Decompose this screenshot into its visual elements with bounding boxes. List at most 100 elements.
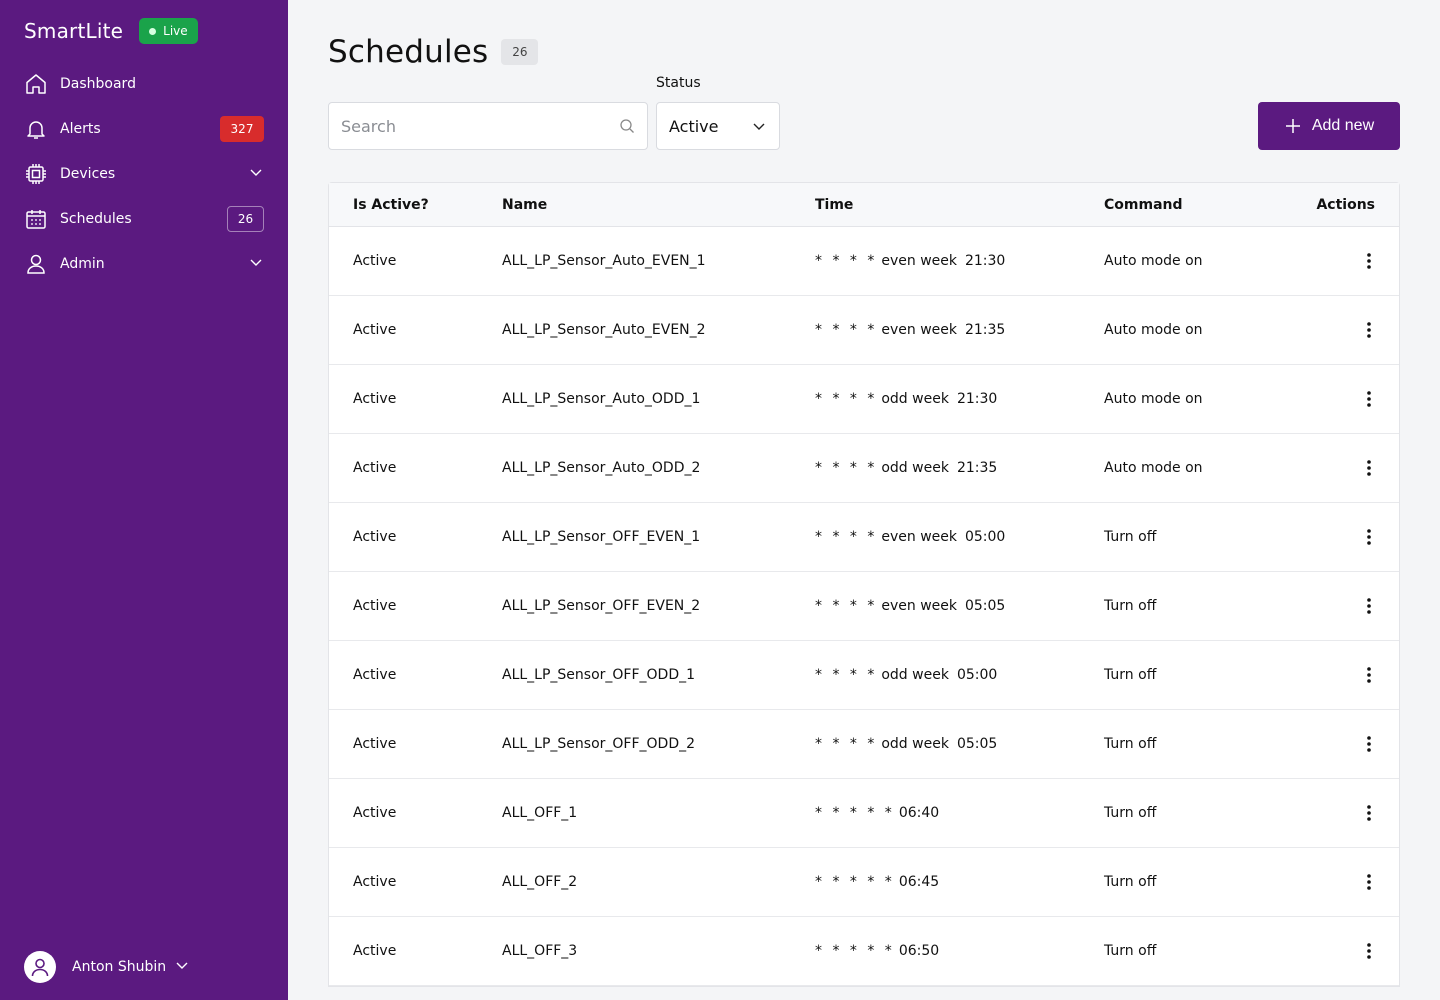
table-row[interactable]: Active ALL_OFF_1 * * * * * 06:40 Turn off	[329, 779, 1399, 848]
command-cell: Auto mode on	[1104, 460, 1203, 476]
user-icon	[24, 252, 48, 276]
more-vertical-icon[interactable]	[1357, 939, 1381, 963]
command-cell: Turn off	[1104, 529, 1157, 545]
status-filter-label: Status	[656, 75, 701, 91]
sidebar-item-schedules[interactable]: Schedules 26	[0, 196, 288, 241]
table-row[interactable]: Active ALL_LP_Sensor_OFF_EVEN_1 * * * * eve…	[329, 503, 1399, 572]
table-row[interactable]: Active ALL_LP_Sensor_Auto_ODD_2 * * * * odd…	[329, 434, 1399, 503]
table-row[interactable]: Active ALL_LP_Sensor_Auto_EVEN_1 * * * * ev…	[329, 227, 1399, 296]
page-header: Schedules 26	[328, 34, 539, 70]
name-cell: ALL_OFF_1	[502, 805, 578, 821]
brand-name: SmartLite	[24, 19, 124, 43]
table-row[interactable]: Active ALL_LP_Sensor_OFF_ODD_2 * * * * odd …	[329, 710, 1399, 779]
actions-cell	[1304, 732, 1399, 756]
time-cell: * * * * odd week 05:00	[815, 667, 1104, 683]
more-vertical-icon[interactable]	[1357, 801, 1381, 825]
command-cell: Auto mode on	[1104, 253, 1203, 269]
table-row[interactable]: Active ALL_LP_Sensor_OFF_EVEN_2 * * * * eve…	[329, 572, 1399, 641]
plus-icon	[1285, 119, 1300, 133]
command-cell: Turn off	[1104, 874, 1157, 890]
home-icon	[24, 72, 48, 96]
column-header-time[interactable]: Time	[815, 197, 1104, 213]
more-vertical-icon[interactable]	[1357, 663, 1381, 687]
live-badge: Live	[139, 18, 198, 44]
sidebar-item-admin[interactable]: Admin	[0, 241, 288, 286]
more-vertical-icon[interactable]	[1357, 525, 1381, 549]
add-new-button[interactable]: Add new	[1258, 102, 1400, 150]
cron-pattern: * * * * *	[815, 805, 895, 821]
actions-cell	[1304, 387, 1399, 411]
column-header-command[interactable]: Command	[1104, 197, 1304, 213]
column-header-active[interactable]: Is Active?	[329, 197, 502, 213]
time-cell: * * * * odd week 21:30	[815, 391, 1104, 407]
actions-cell	[1304, 801, 1399, 825]
time-cell: * * * * even week 05:00	[815, 529, 1104, 545]
time-value: 05:00	[964, 529, 1006, 545]
more-vertical-icon[interactable]	[1357, 249, 1381, 273]
more-vertical-icon[interactable]	[1357, 732, 1381, 756]
more-vertical-icon[interactable]	[1357, 870, 1381, 894]
cron-pattern: * * * * *	[815, 943, 895, 959]
sidebar-item-dashboard[interactable]: Dashboard	[0, 61, 288, 106]
table-row[interactable]: Active ALL_LP_Sensor_OFF_ODD_1 * * * * odd …	[329, 641, 1399, 710]
chip-icon	[24, 162, 48, 186]
calendar-icon	[24, 207, 48, 231]
time-value: 05:05	[956, 736, 998, 752]
status-filter-value: Active	[669, 116, 719, 136]
sidebar-item-alerts[interactable]: Alerts 327	[0, 106, 288, 151]
sidebar-item-label: Devices	[60, 165, 116, 182]
cron-pattern: * * * *	[815, 460, 878, 476]
table-row[interactable]: Active ALL_LP_Sensor_Auto_EVEN_2 * * * * ev…	[329, 296, 1399, 365]
add-new-label: Add new	[1311, 117, 1375, 134]
chevron-down-icon[interactable]	[248, 164, 264, 184]
time-cell: * * * * odd week 05:05	[815, 736, 1104, 752]
week-parity: odd week	[881, 667, 949, 683]
time-value: 06:40	[898, 805, 940, 821]
chevron-down-icon	[174, 957, 190, 977]
command-cell: Turn off	[1104, 598, 1157, 614]
more-vertical-icon[interactable]	[1357, 318, 1381, 342]
search-box[interactable]	[328, 102, 648, 150]
time-value: 05:00	[956, 667, 998, 683]
time-value: 06:45	[898, 874, 940, 890]
more-vertical-icon[interactable]	[1357, 594, 1381, 618]
main-content: Schedules 26 Status Active Add new Is Ac…	[288, 0, 1440, 1000]
week-parity: odd week	[881, 391, 949, 407]
sidebar-item-devices[interactable]: Devices	[0, 151, 288, 196]
actions-cell	[1304, 663, 1399, 687]
brand: SmartLite Live	[24, 18, 198, 44]
actions-cell	[1304, 525, 1399, 549]
user-menu[interactable]: Anton Shubin	[24, 951, 190, 983]
user-name: Anton Shubin	[72, 959, 167, 975]
more-vertical-icon[interactable]	[1357, 387, 1381, 411]
chevron-down-icon[interactable]	[248, 254, 264, 274]
sidebar: SmartLite Live Dashboard Alerts 327 Devi…	[0, 0, 288, 1000]
command-cell: Turn off	[1104, 943, 1157, 959]
table-header: Is Active? Name Time Command Actions	[329, 183, 1399, 227]
column-header-name[interactable]: Name	[502, 197, 815, 213]
table-row[interactable]: Active ALL_OFF_3 * * * * * 06:50 Turn off	[329, 917, 1399, 986]
time-value: 21:35	[956, 460, 998, 476]
cron-pattern: * * * *	[815, 529, 878, 545]
name-cell: ALL_LP_Sensor_OFF_ODD_1	[502, 667, 696, 683]
search-input[interactable]	[341, 116, 613, 136]
sidebar-item-label: Admin	[60, 255, 105, 272]
actions-cell	[1304, 594, 1399, 618]
command-cell: Auto mode on	[1104, 391, 1203, 407]
status-filter-select[interactable]: Active	[656, 102, 780, 150]
table-row[interactable]: Active ALL_LP_Sensor_Auto_ODD_1 * * * * odd…	[329, 365, 1399, 434]
more-vertical-icon[interactable]	[1357, 456, 1381, 480]
command-cell: Turn off	[1104, 736, 1157, 752]
active-cell: Active	[353, 460, 397, 476]
active-cell: Active	[353, 874, 397, 890]
time-value: 21:30	[956, 391, 998, 407]
schedules-table: Is Active? Name Time Command Actions Act…	[328, 182, 1400, 987]
time-cell: * * * * * 06:40	[815, 805, 1104, 821]
week-parity: even week	[881, 529, 957, 545]
cron-pattern: * * * *	[815, 253, 878, 269]
cron-pattern: * * * *	[815, 598, 878, 614]
time-cell: * * * * even week 05:05	[815, 598, 1104, 614]
table-row[interactable]: Active ALL_OFF_2 * * * * * 06:45 Turn off	[329, 848, 1399, 917]
actions-cell	[1304, 456, 1399, 480]
active-cell: Active	[353, 598, 397, 614]
